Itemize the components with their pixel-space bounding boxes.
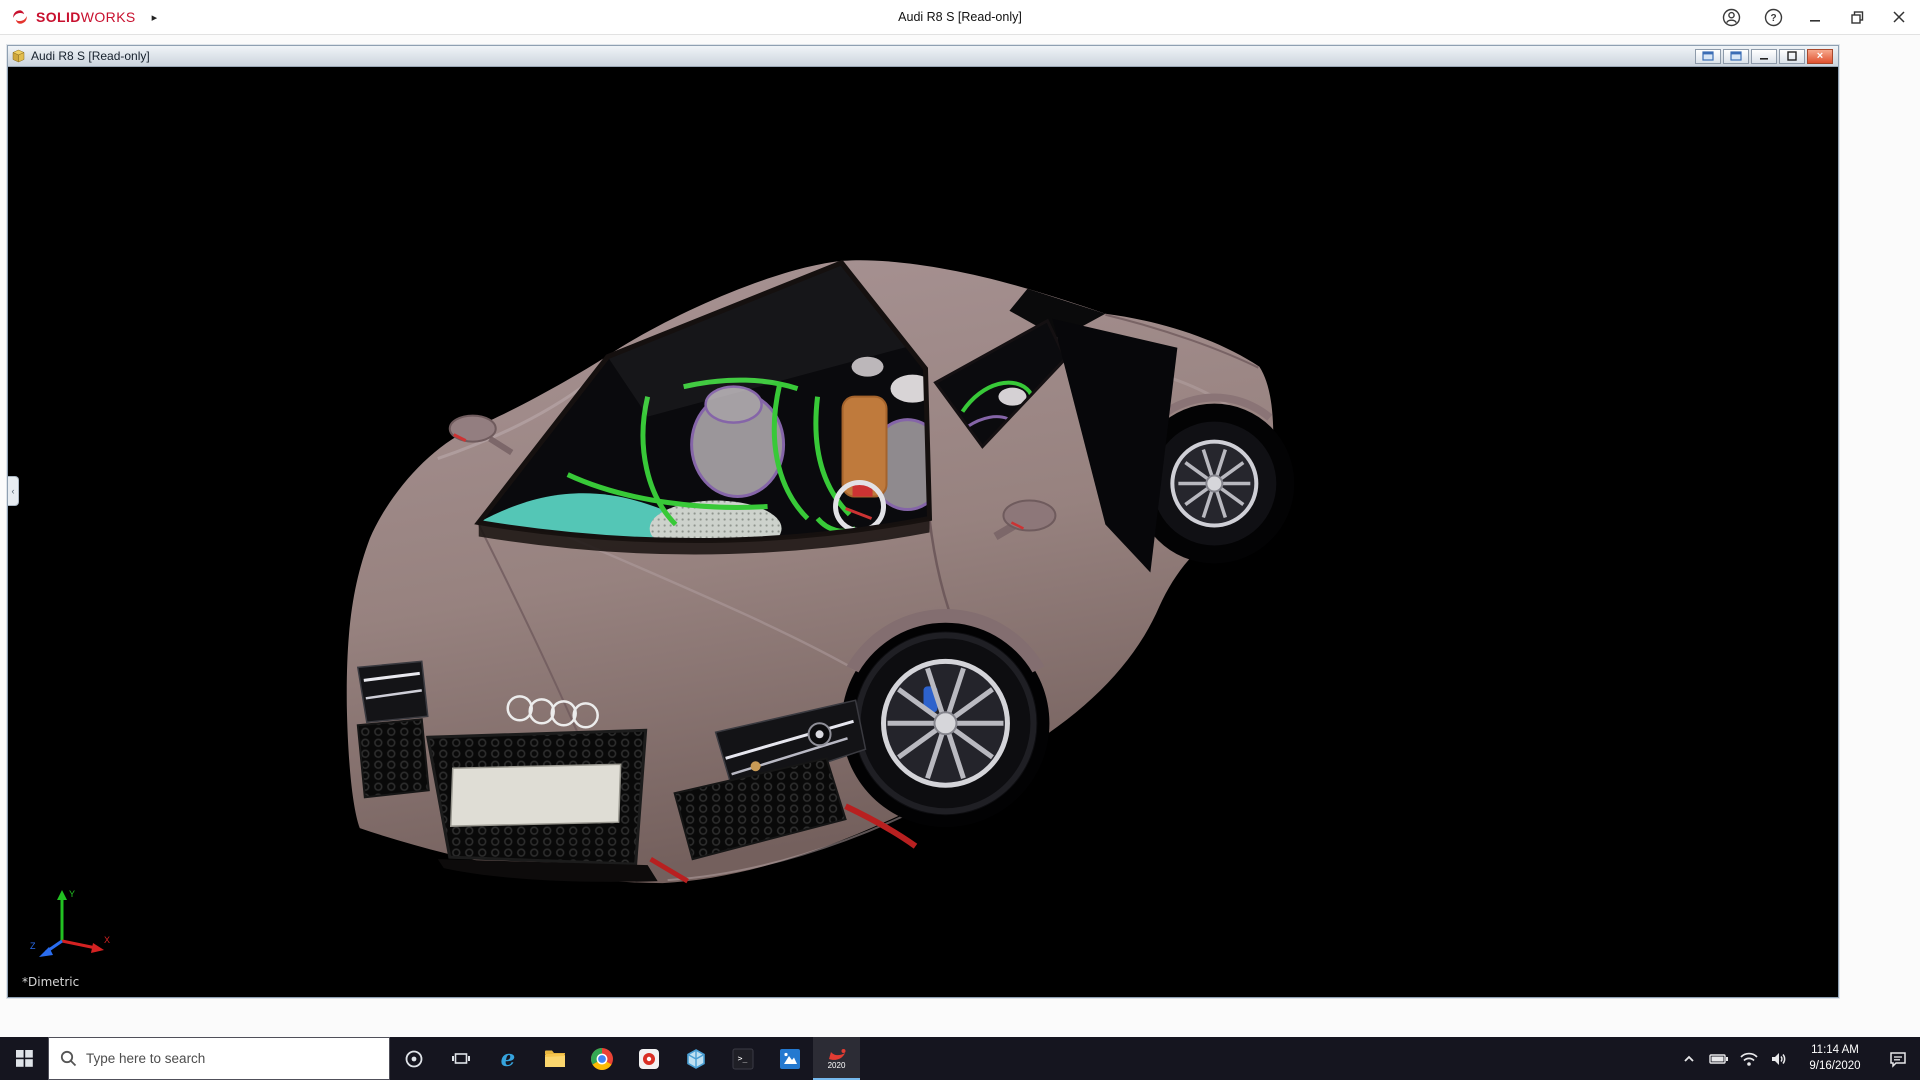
view-orientation-label: *Dimetric [22, 975, 79, 989]
minimize-icon [1759, 51, 1769, 61]
task-view-icon [451, 1049, 471, 1069]
edge-icon: e [495, 1046, 521, 1072]
document-window-controls: × [1695, 49, 1835, 64]
help-button[interactable]: ? [1752, 0, 1794, 34]
solidworks-3ds-icon [10, 7, 30, 27]
brand-text-solid: SOLID [36, 9, 81, 25]
taskbar-app-chrome[interactable] [578, 1037, 625, 1080]
start-button[interactable] [0, 1037, 48, 1080]
maximize-icon [1787, 51, 1797, 61]
taskbar: Type here to search e [0, 1037, 1920, 1080]
y-axis-arrow: Y [57, 889, 75, 941]
chevron-up-icon [1682, 1052, 1696, 1066]
clock-date: 9/16/2020 [1794, 1059, 1876, 1075]
doc-toolbar-button-2[interactable] [1723, 49, 1749, 64]
front-wheel[interactable] [842, 609, 1050, 827]
brand-wordmark: SOLIDWORKS [36, 9, 136, 25]
window-pane-icon [1730, 51, 1742, 61]
account-button[interactable] [1710, 0, 1752, 34]
close-icon [1893, 11, 1905, 23]
document-part-icon [11, 49, 26, 64]
orientation-triad: Y X Z [24, 883, 114, 963]
panel-collapse-handle[interactable]: ‹ [8, 476, 19, 506]
solidworks-logo[interactable]: SOLIDWORKS ▸ [0, 7, 157, 27]
license-plate [451, 764, 621, 826]
viewport-3d[interactable]: Y X Z *Dimetric ‹ [8, 67, 1838, 997]
taskbar-app-solidworks[interactable]: 2020 [813, 1037, 860, 1080]
taskbar-app-console[interactable]: >_ [719, 1037, 766, 1080]
svg-text:Z: Z [30, 941, 36, 951]
svg-text:X: X [104, 935, 110, 945]
menu-expand-arrow[interactable]: ▸ [152, 11, 158, 24]
taskbar-spacer [860, 1037, 1674, 1080]
media-app-icon [638, 1048, 660, 1070]
close-button[interactable] [1878, 0, 1920, 34]
file-explorer-icon [543, 1048, 567, 1070]
help-icon: ? [1764, 8, 1783, 27]
taskbar-app-3d-viewer[interactable] [672, 1037, 719, 1080]
cortana-button[interactable] [390, 1037, 437, 1080]
taskbar-app-photos[interactable] [766, 1037, 813, 1080]
tray-battery-button[interactable] [1704, 1037, 1734, 1080]
search-icon [60, 1050, 77, 1067]
doc-maximize-button[interactable] [1779, 49, 1805, 64]
main-titlebar: SOLIDWORKS ▸ Audi R8 S [Read-only] ? [0, 0, 1920, 35]
solidworks-app-icon [827, 1048, 847, 1061]
brand-text-works: WORKS [81, 9, 136, 25]
chrome-icon [590, 1047, 614, 1071]
window-controls: ? [1710, 0, 1920, 34]
restore-icon [1851, 11, 1864, 24]
windows-logo-icon [16, 1050, 33, 1067]
z-axis-arrow: Z [30, 941, 62, 957]
account-icon [1722, 8, 1741, 27]
search-placeholder: Type here to search [86, 1051, 205, 1066]
clock-time: 11:14 AM [1794, 1043, 1876, 1059]
window-title: Audi R8 S [Read-only] [0, 10, 1920, 24]
cortana-icon [404, 1049, 424, 1069]
taskbar-app-edge[interactable]: e [484, 1037, 531, 1080]
document-title: Audi R8 S [Read-only] [31, 49, 150, 63]
minimize-icon [1809, 11, 1821, 23]
taskbar-app-media[interactable] [625, 1037, 672, 1080]
taskbar-app-file-explorer[interactable] [531, 1037, 578, 1080]
doc-close-button[interactable]: × [1807, 49, 1833, 64]
tray-volume-button[interactable] [1764, 1037, 1794, 1080]
svg-text:?: ? [1770, 13, 1776, 24]
action-center-button[interactable] [1876, 1037, 1920, 1080]
svg-text:e: e [500, 1046, 515, 1072]
restore-button[interactable] [1836, 0, 1878, 34]
doc-toolbar-button-1[interactable] [1695, 49, 1721, 64]
photos-icon [779, 1048, 801, 1070]
action-center-icon [1889, 1050, 1907, 1068]
document-window: Audi R8 S [Read-only] [7, 45, 1839, 998]
screen: SOLIDWORKS ▸ Audi R8 S [Read-only] ? [0, 0, 1920, 1080]
svg-text:Y: Y [69, 889, 75, 899]
speaker-icon [1770, 1051, 1788, 1067]
car-model-audi-r8[interactable] [8, 67, 1838, 997]
tray-network-button[interactable] [1734, 1037, 1764, 1080]
workspace-background: Audi R8 S [Read-only] [0, 35, 1920, 1037]
3d-cube-icon [684, 1047, 708, 1071]
minimize-button[interactable] [1794, 0, 1836, 34]
battery-icon [1709, 1051, 1729, 1067]
document-titlebar[interactable]: Audi R8 S [Read-only] [8, 46, 1838, 67]
tray-hidden-icons-button[interactable] [1674, 1037, 1704, 1080]
doc-minimize-button[interactable] [1751, 49, 1777, 64]
wifi-icon [1739, 1051, 1759, 1067]
x-axis-arrow: X [62, 935, 110, 953]
intake-left [358, 719, 429, 797]
solidworks-app-badge: 2020 [828, 1062, 846, 1070]
window-pane-icon [1702, 51, 1714, 61]
task-view-button[interactable] [437, 1037, 484, 1080]
taskbar-search[interactable]: Type here to search [48, 1037, 390, 1080]
taskbar-clock[interactable]: 11:14 AM 9/16/2020 [1794, 1037, 1876, 1080]
